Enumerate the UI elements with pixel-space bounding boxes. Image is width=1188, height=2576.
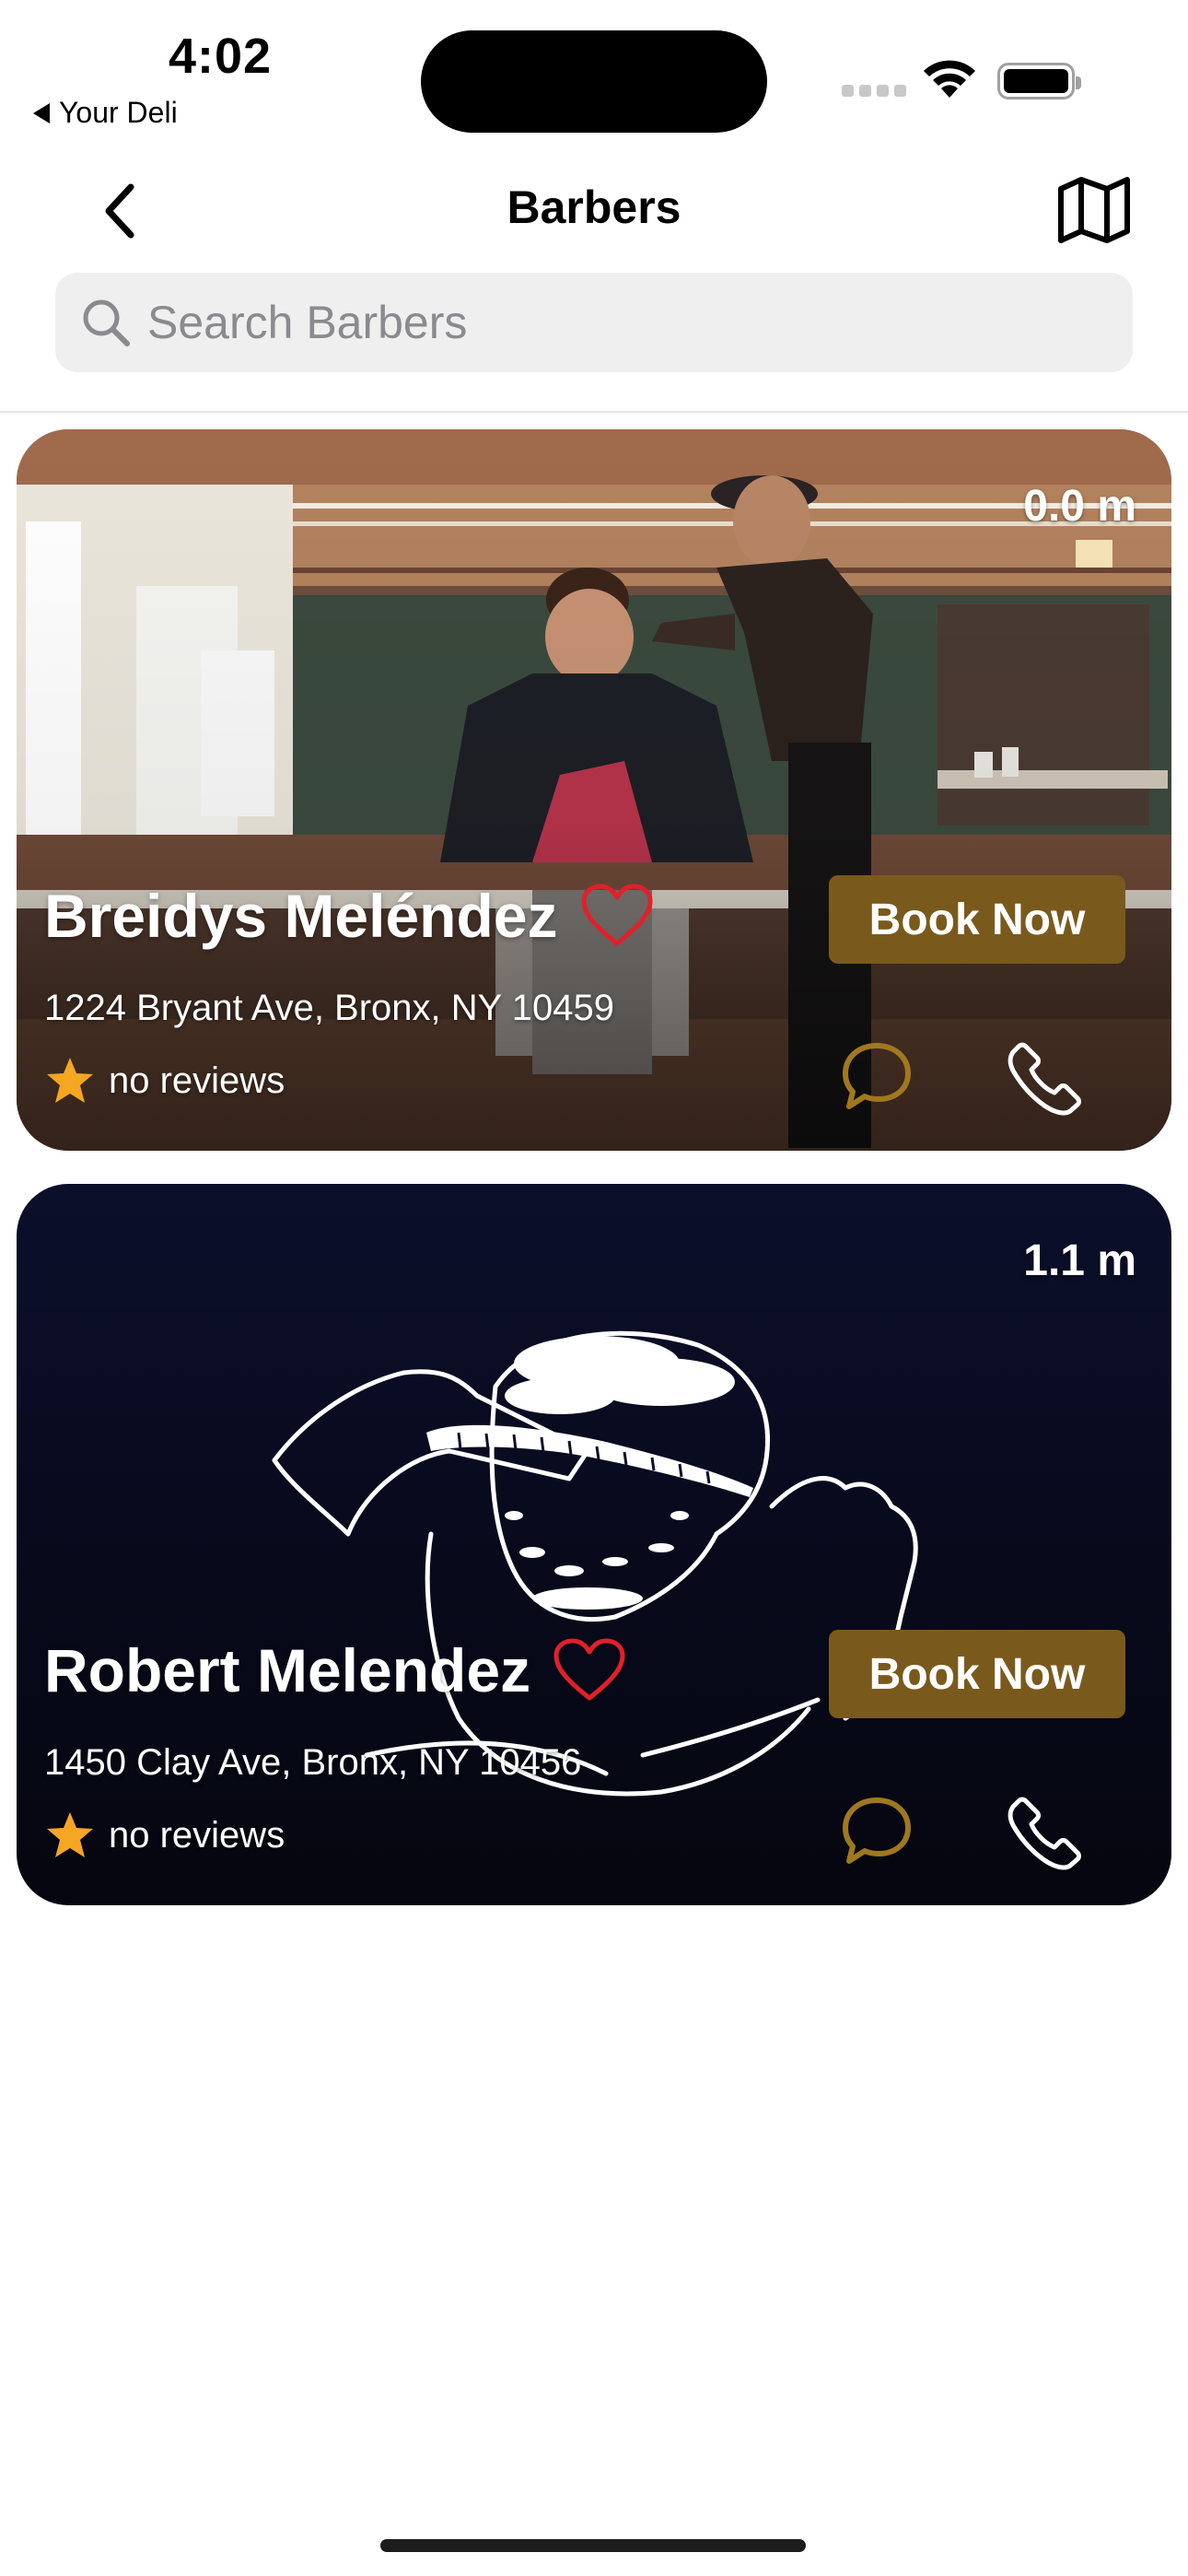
favorite-heart-icon[interactable]: [553, 1636, 626, 1704]
distance-label: 1.1 m: [1023, 1236, 1136, 1285]
book-now-button[interactable]: Book Now: [829, 1630, 1125, 1718]
rating-text: no reviews: [109, 1814, 285, 1856]
chat-button[interactable]: [838, 1792, 915, 1869]
phone-icon: [1007, 1042, 1081, 1116]
call-button[interactable]: [1006, 1794, 1085, 1873]
search-bar[interactable]: [55, 273, 1133, 372]
status-bar: 4:02 Your Deli: [0, 0, 1188, 147]
battery-icon: [997, 63, 1081, 100]
call-button[interactable]: [1006, 1039, 1085, 1118]
map-view-button[interactable]: [1055, 173, 1133, 247]
book-now-button[interactable]: Book Now: [829, 875, 1125, 964]
star-icon: [47, 1812, 93, 1857]
barber-name: Robert Melendez: [44, 1636, 531, 1704]
barber-card[interactable]: 0.0 m Breidys Meléndez 1224 Bryant Ave, …: [17, 429, 1171, 1151]
barber-address: 1450 Clay Ave, Bronx, NY 10456: [44, 1742, 582, 1783]
search-input[interactable]: [147, 296, 1068, 349]
chat-bubble-icon: [843, 1797, 911, 1864]
rating-row: no reviews: [44, 1810, 285, 1860]
phone-icon: [1007, 1797, 1081, 1870]
barber-illustration: [17, 1184, 1171, 1905]
rating-text: no reviews: [109, 1060, 285, 1101]
dynamic-island: [421, 30, 767, 133]
favorite-heart-icon[interactable]: [580, 882, 654, 950]
back-triangle-icon: [33, 102, 50, 123]
back-to-app-link[interactable]: Your Deli: [33, 96, 178, 130]
star-icon: [47, 1058, 93, 1103]
barber-address: 1224 Bryant Ave, Bronx, NY 10459: [44, 988, 614, 1028]
back-app-label: Your Deli: [59, 96, 178, 129]
rating-row: no reviews: [44, 1056, 285, 1106]
header-divider: [0, 411, 1188, 413]
barber-name-row: Breidys Meléndez: [44, 881, 654, 951]
distance-label: 0.0 m: [1023, 482, 1136, 531]
barber-name: Breidys Meléndez: [44, 882, 558, 950]
chat-button[interactable]: [838, 1037, 915, 1115]
barber-photo: [17, 429, 1171, 1151]
map-icon: [1058, 177, 1130, 243]
page-title: Barbers: [507, 181, 681, 233]
barber-name-row: Robert Melendez: [44, 1635, 626, 1705]
home-indicator[interactable]: [380, 2539, 806, 2552]
wifi-icon: [921, 57, 978, 104]
search-icon: [74, 290, 138, 355]
status-time: 4:02: [169, 29, 273, 84]
barber-card[interactable]: 1.1 m Robert Melendez 1450 Clay Ave, Bro…: [17, 1184, 1171, 1905]
chat-bubble-icon: [843, 1043, 911, 1109]
cellular-signal-icon: [842, 85, 906, 97]
